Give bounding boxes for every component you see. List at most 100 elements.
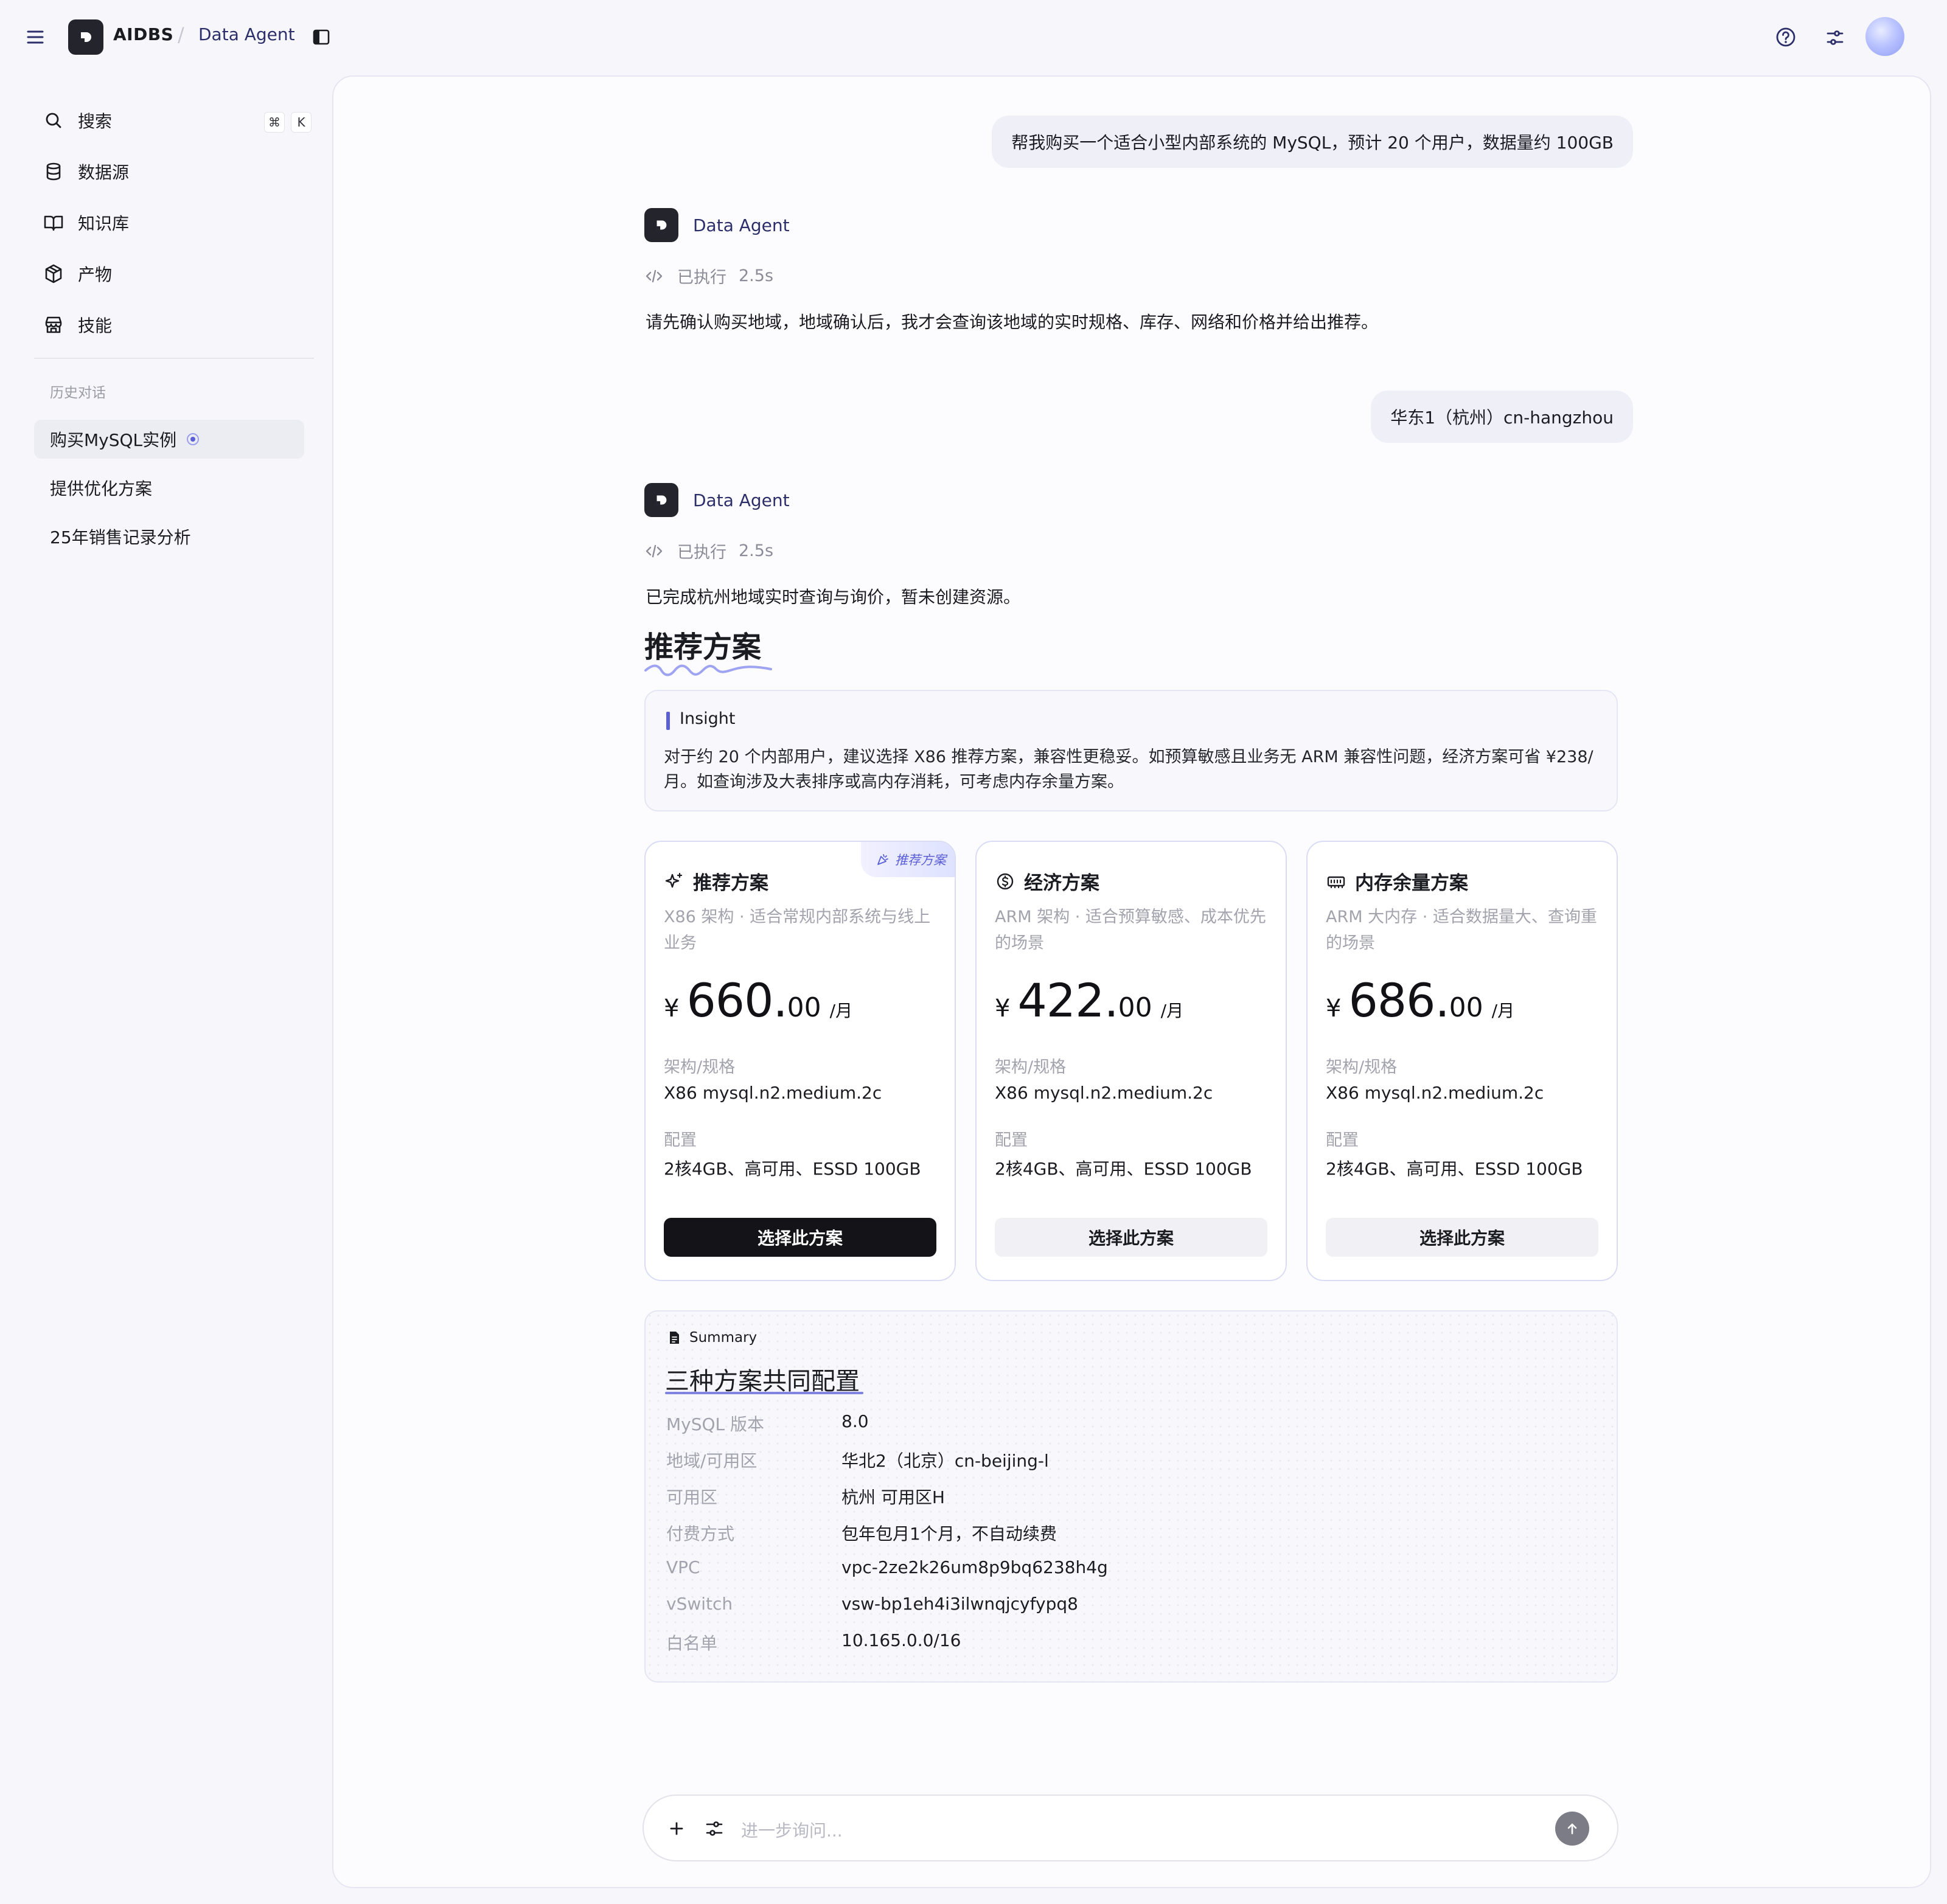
sidebar-item-artifacts[interactable]: 产物 [37, 255, 316, 292]
agent-message: 请先确认购买地域，地域确认后，我才会查询该地域的实时规格、库存、网络和价格并给出… [646, 312, 1379, 332]
insight-title: Insight [680, 709, 736, 728]
select-plan-button[interactable]: 选择此方案 [664, 1218, 936, 1257]
spec-value: X86 mysql.n2.medium.2c [1326, 1083, 1544, 1103]
config-value: 2核4GB、高可用、ESSD 100GB [995, 1159, 1252, 1179]
summary-row: 白名单 10.165.0.0/16 [666, 1630, 1579, 1655]
insight-card: Insight 对于约 20 个内部用户，建议选择 X86 推荐方案，兼容性更稳… [644, 690, 1618, 811]
config-label: 配置 [1326, 1131, 1359, 1150]
sidebar-item-label: 知识库 [78, 214, 130, 234]
history-section-title: 历史对话 [50, 385, 106, 401]
execution-label: 已执行 [677, 268, 726, 287]
plan-title-text: 内存余量方案 [1355, 872, 1468, 894]
app-logo [68, 19, 103, 55]
search-icon [43, 109, 64, 131]
help-icon[interactable] [1774, 26, 1797, 49]
running-indicator-icon [186, 433, 200, 446]
dollar-icon [995, 871, 1015, 892]
options-sliders-icon[interactable] [703, 1818, 725, 1840]
sidebar-toggle-icon[interactable] [312, 28, 331, 46]
breadcrumb-separator: / [178, 23, 184, 46]
recommended-badge: 推荐方案 [861, 842, 955, 877]
app-brand: AIDBS [113, 24, 174, 44]
execution-status[interactable]: 已执行 2.5s [644, 539, 773, 563]
agent-logo [644, 483, 678, 517]
history-item[interactable]: 25年销售记录分析 [34, 517, 304, 556]
plan-title: 经济方案 [995, 867, 1099, 895]
badge-label: 推荐方案 [895, 853, 946, 867]
summary-value: 杭州 可用区H [841, 1487, 945, 1507]
summary-value: vpc-2ze2k26um8p9bq6238h4g [841, 1557, 1108, 1577]
summary-key: MySQL 版本 [666, 1414, 765, 1434]
summary-tag: Summary [666, 1330, 757, 1346]
plan-card-recommended[interactable]: 推荐方案 推荐方案 X86 架构 · 适合常规内部系统与线上业务 ¥ 660. … [644, 841, 956, 1281]
code-icon [644, 266, 664, 286]
summary-value: 华北2（北京）cn-beijing-l [841, 1451, 1049, 1471]
breadcrumb-data-agent[interactable]: Data Agent [198, 24, 295, 44]
sidebar-item-label: 数据源 [78, 162, 130, 182]
summary-value: 包年包月1个月，不自动续费 [841, 1524, 1057, 1544]
plan-price: ¥ 660. 00 /月 [664, 973, 852, 1027]
price-integer: 686. [1348, 973, 1449, 1027]
config-label: 配置 [995, 1131, 1028, 1150]
sidebar-divider [34, 358, 314, 359]
summary-value: 10.165.0.0/16 [841, 1630, 961, 1650]
history-item-active[interactable]: 购买MySQL实例 [34, 420, 304, 459]
sidebar-item-knowledge[interactable]: 知识库 [37, 204, 316, 241]
spec-value: X86 mysql.n2.medium.2c [664, 1083, 882, 1103]
summary-row: 地域/可用区 华北2（北京）cn-beijing-l [666, 1448, 1579, 1472]
sidebar-item-datasource[interactable]: 数据源 [37, 153, 316, 190]
agent-message: 已完成杭州地域实时查询与询价，暂未创建资源。 [646, 587, 1021, 607]
plan-card-economy[interactable]: 经济方案 ARM 架构 · 适合预算敏感、成本优先的场景 ¥ 422. 00 /… [975, 841, 1287, 1281]
sidebar-item-search[interactable]: 搜索 ⌘ K [37, 102, 316, 139]
agent-header: Data Agent [644, 208, 790, 242]
plan-price: ¥ 686. 00 /月 [1326, 973, 1514, 1027]
select-plan-button[interactable]: 选择此方案 [995, 1218, 1267, 1257]
price-integer: 660. [686, 973, 787, 1027]
execution-label: 已执行 [677, 543, 726, 562]
menu-icon[interactable] [24, 28, 46, 46]
summary-value: 8.0 [841, 1411, 869, 1431]
shortcut-k-key: K [291, 112, 312, 133]
plan-description: ARM 架构 · 适合预算敏感、成本优先的场景 [995, 908, 1266, 953]
price-currency: ¥ [995, 995, 1011, 1023]
summary-row: 付费方式 包年包月1个月，不自动续费 [666, 1521, 1579, 1545]
spec-label: 架构/规格 [995, 1058, 1067, 1077]
execution-status[interactable]: 已执行 2.5s [644, 264, 773, 288]
insight-accent-bar [666, 712, 670, 730]
sparkle-icon [664, 871, 684, 892]
history-item-label: 25年销售记录分析 [50, 527, 191, 547]
history-item[interactable]: 提供优化方案 [34, 468, 304, 507]
plan-title-text: 经济方案 [1024, 872, 1099, 894]
price-decimal: 00 [787, 992, 821, 1023]
send-button[interactable] [1555, 1812, 1589, 1846]
execution-time: 2.5s [739, 541, 774, 560]
summary-card: Summary 三种方案共同配置 MySQL 版本 8.0 地域/可用区 华北2… [644, 1310, 1618, 1683]
summary-key: VPC [666, 1557, 700, 1577]
plan-title: 内存余量方案 [1326, 867, 1468, 895]
summary-key: 可用区 [666, 1487, 718, 1507]
plan-title: 推荐方案 [664, 867, 768, 895]
arrow-up-icon [1567, 1823, 1577, 1835]
chat-input[interactable]: 进一步询问... [741, 1818, 843, 1842]
settings-sliders-icon[interactable] [1824, 27, 1846, 49]
heading-underline-decoration [644, 657, 773, 676]
execution-time: 2.5s [739, 266, 774, 285]
sidebar-item-skills[interactable]: 技能 [37, 307, 316, 343]
price-decimal: 00 [1449, 992, 1483, 1023]
price-unit: /月 [1491, 1001, 1515, 1021]
plan-card-memory[interactable]: 内存余量方案 ARM 大内存 · 适合数据量大、查询重的场景 ¥ 686. 00… [1306, 841, 1618, 1281]
agent-name: Data Agent [693, 215, 790, 235]
agent-logo [644, 208, 678, 242]
sidebar-item-label: 产物 [78, 265, 113, 285]
sidebar-item-label: 技能 [78, 316, 113, 336]
summary-row: MySQL 版本 8.0 [666, 1411, 1579, 1436]
add-attachment-icon[interactable] [666, 1818, 688, 1840]
config-value: 2核4GB、高可用、ESSD 100GB [1326, 1159, 1583, 1179]
plan-price: ¥ 422. 00 /月 [995, 973, 1183, 1027]
book-icon [43, 212, 64, 234]
price-currency: ¥ [664, 995, 680, 1023]
select-plan-button[interactable]: 选择此方案 [1326, 1218, 1598, 1257]
user-avatar[interactable] [1865, 17, 1904, 56]
plan-title-text: 推荐方案 [693, 872, 768, 894]
insight-body: 对于约 20 个内部用户，建议选择 X86 推荐方案，兼容性更稳妥。如预算敏感且… [664, 748, 1593, 791]
